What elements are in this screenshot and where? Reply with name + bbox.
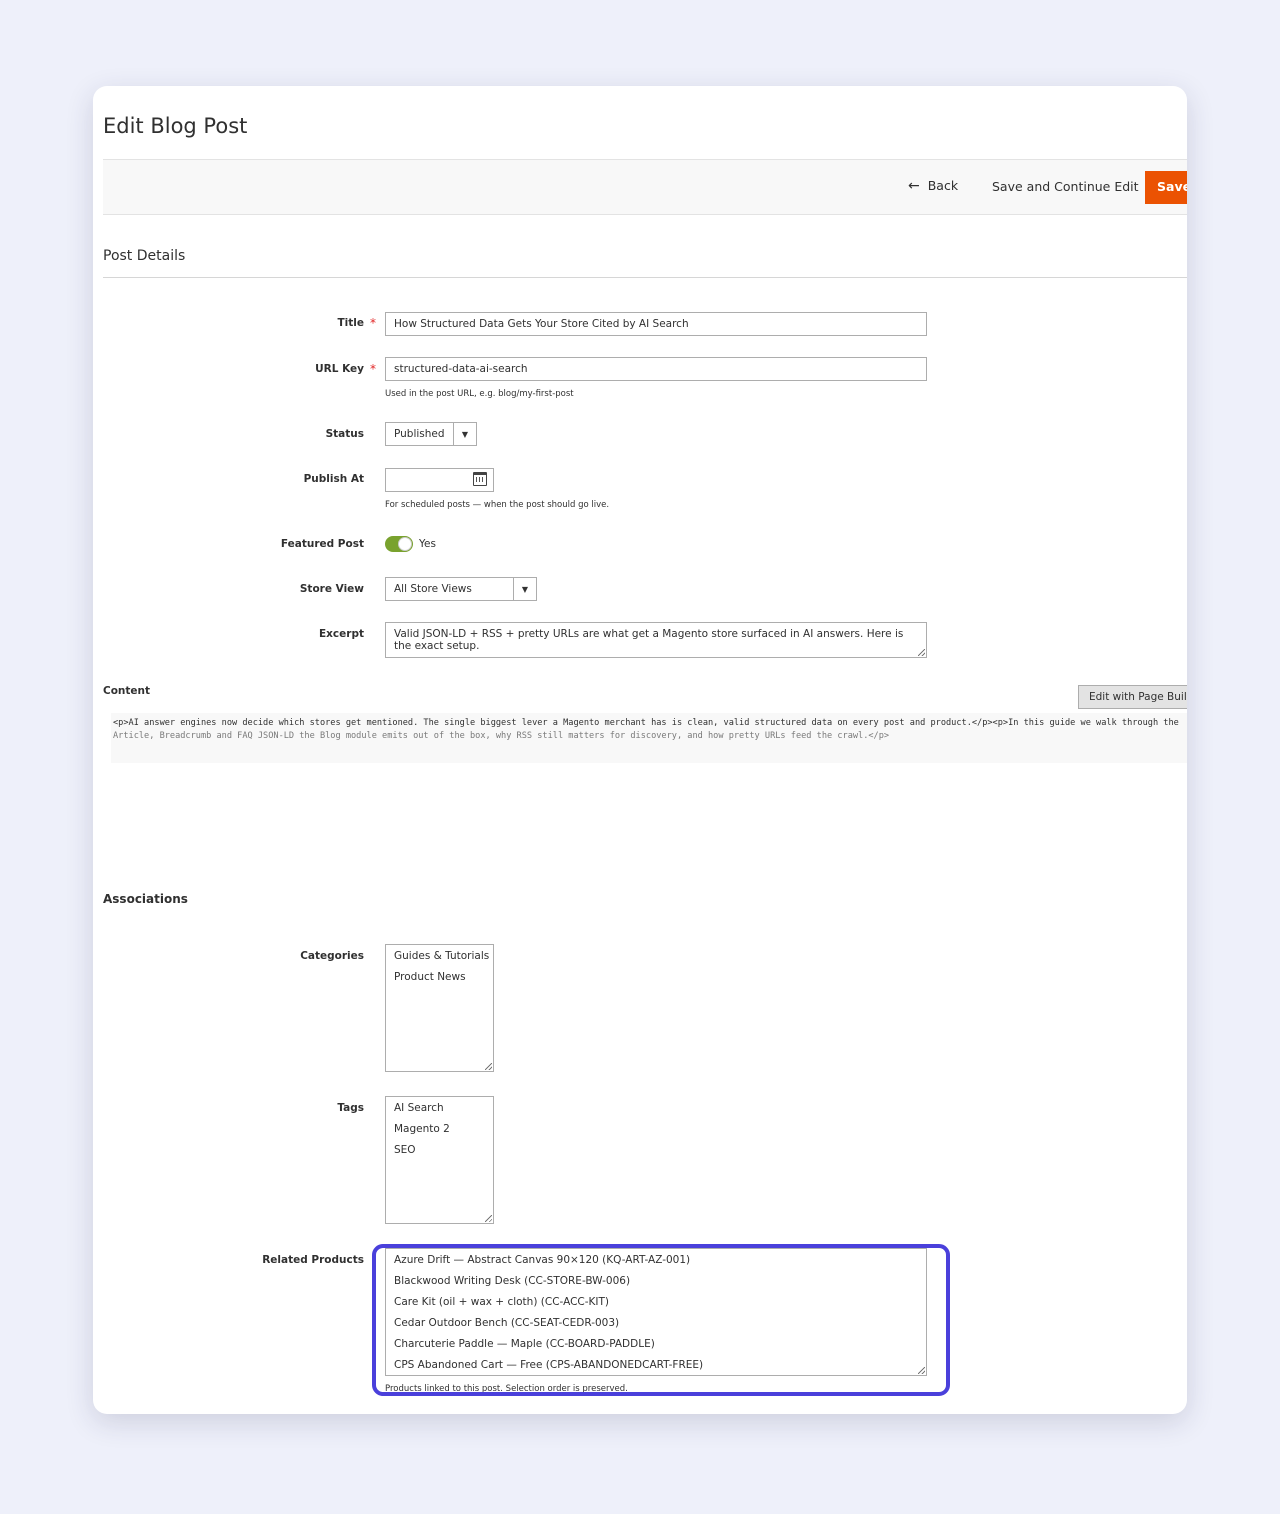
associations-title: Associations <box>103 892 188 906</box>
calendar-icon[interactable] <box>473 472 487 486</box>
resize-handle-icon[interactable] <box>918 649 925 656</box>
excerpt-value: Valid JSON-LD + RSS + pretty URLs are wh… <box>394 628 904 652</box>
post-details-title: Post Details <box>103 248 186 264</box>
content-label: Content <box>103 685 151 697</box>
categories-multiselect[interactable]: Guides & Tutorials Product News <box>385 944 494 1072</box>
back-label: Back <box>927 178 959 193</box>
category-option[interactable]: Guides & Tutorials <box>394 949 493 970</box>
page-title: Edit Blog Post <box>103 114 248 138</box>
store-view-label: Store View <box>299 583 364 595</box>
save-and-continue-button[interactable]: Save and Continue Edit <box>992 179 1139 194</box>
featured-post-value: Yes <box>419 538 436 550</box>
edit-with-page-builder-button[interactable]: Edit with Page Builder <box>1078 685 1187 709</box>
tag-option[interactable]: SEO <box>394 1143 493 1164</box>
category-option[interactable]: Product News <box>394 970 493 991</box>
related-products-highlight <box>372 1244 950 1396</box>
resize-handle-icon[interactable] <box>485 1063 492 1070</box>
content-line: <p>AI answer engines now decide which st… <box>113 718 1179 728</box>
tags-label: Tags <box>337 1102 364 1114</box>
save-button[interactable]: Save <box>1145 171 1187 204</box>
back-button[interactable]: ← Back <box>908 178 958 194</box>
status-label: Status <box>325 428 364 440</box>
page-actions-bar: ← Back Save and Continue Edit Save <box>103 159 1187 215</box>
required-marker: * <box>370 316 376 330</box>
url-key-input[interactable]: structured-data-ai-search <box>385 357 927 381</box>
publish-at-input[interactable] <box>385 468 494 492</box>
tag-option[interactable]: AI Search <box>394 1101 493 1122</box>
title-input[interactable]: How Structured Data Gets Your Store Cite… <box>385 312 927 336</box>
edit-post-panel: Edit Blog Post ← Back Save and Continue E… <box>93 86 1187 1414</box>
toggle-knob <box>398 537 412 551</box>
section-divider <box>103 277 1187 278</box>
tag-option[interactable]: Magento 2 <box>394 1122 493 1143</box>
store-view-select[interactable]: All Store Views ▼ <box>385 577 537 601</box>
tags-multiselect[interactable]: AI Search Magento 2 SEO <box>385 1096 494 1224</box>
status-select[interactable]: Published ▼ <box>385 422 477 446</box>
featured-post-toggle[interactable] <box>385 536 413 552</box>
store-view-value: All Store Views <box>394 583 472 595</box>
resize-handle-icon[interactable] <box>485 1215 492 1222</box>
excerpt-label: Excerpt <box>318 628 364 640</box>
url-key-label: URL Key <box>315 363 364 375</box>
publish-at-note: For scheduled posts — when the post shou… <box>385 500 610 510</box>
content-line: Article, Breadcrumb and FAQ JSON-LD the … <box>113 730 890 741</box>
excerpt-textarea[interactable]: Valid JSON-LD + RSS + pretty URLs are wh… <box>385 622 927 658</box>
categories-label: Categories <box>300 950 364 962</box>
chevron-down-icon[interactable]: ▼ <box>513 578 536 600</box>
chevron-down-icon[interactable]: ▼ <box>453 423 476 445</box>
related-products-label: Related Products <box>262 1254 364 1266</box>
required-marker: * <box>370 362 376 376</box>
url-key-note: Used in the post URL, e.g. blog/my-first… <box>385 389 574 399</box>
publish-at-label: Publish At <box>303 473 364 485</box>
title-label: Title <box>337 317 364 329</box>
content-editor[interactable]: <p>AI answer engines now decide which st… <box>111 713 1187 763</box>
status-value: Published <box>394 428 445 440</box>
arrow-left-icon: ← <box>908 178 920 194</box>
featured-post-label: Featured Post <box>280 538 364 550</box>
